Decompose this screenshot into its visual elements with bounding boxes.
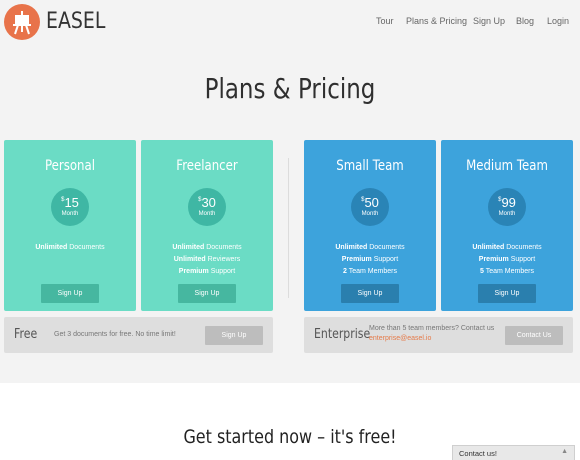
free-signup-button[interactable]: Sign Up <box>205 326 263 345</box>
price-unit: Month <box>361 211 379 217</box>
feature-list: Unlimited Documents <box>4 242 136 254</box>
feature-list: Unlimited Documents Premium Support 5 Te… <box>441 242 573 278</box>
price-unit: Month <box>61 211 79 217</box>
price-amount: 50 <box>364 195 379 210</box>
nav-login[interactable]: Login <box>547 16 569 26</box>
free-title: Free <box>14 327 38 342</box>
plan-card-medium-team: Medium Team $99 Month Unlimited Document… <box>441 140 573 311</box>
feature-list: Unlimited Documents Premium Support 2 Te… <box>304 242 436 278</box>
plan-card-small-team: Small Team $50 Month Unlimited Documents… <box>304 140 436 311</box>
plan-card-freelancer: Freelancer $30 Month Unlimited Documents… <box>141 140 273 311</box>
price-amount: 15 <box>64 195 79 210</box>
price: $30 <box>188 195 226 210</box>
price-amount: 99 <box>501 195 516 210</box>
contact-widget[interactable]: Contact us! ▲ <box>452 445 575 460</box>
price-unit: Month <box>498 211 516 217</box>
price: $50 <box>351 195 389 210</box>
nav-pricing[interactable]: Plans & Pricing <box>406 16 467 26</box>
enterprise-title: Enterprise <box>314 327 371 342</box>
feature-item: Unlimited Documents <box>172 244 242 251</box>
nav-signup[interactable]: Sign Up <box>473 16 505 26</box>
enterprise-bar: Enterprise More than 5 team members? Con… <box>304 317 573 353</box>
free-description: Get 3 documents for free. No time limit! <box>54 331 176 338</box>
feature-item: Unlimited Documents <box>472 244 542 251</box>
feature-item: 5 Team Members <box>480 268 534 275</box>
price-badge: $50 Month <box>351 188 389 226</box>
price-badge: $30 Month <box>188 188 226 226</box>
nav-tour[interactable]: Tour <box>376 16 394 26</box>
plan-name: Personal <box>44 158 95 174</box>
feature-item: Unlimited Reviewers <box>173 256 241 263</box>
chevron-up-icon: ▲ <box>561 448 568 455</box>
signup-button[interactable]: Sign Up <box>341 284 399 303</box>
price-amount: 30 <box>201 195 216 210</box>
header: EASEL Tour Plans & Pricing Sign Up Blog … <box>0 0 580 44</box>
feature-item: Unlimited Documents <box>335 244 405 251</box>
feature-item: 2 Team Members <box>343 268 397 275</box>
plan-card-personal: Personal $15 Month Unlimited Documents S… <box>4 140 136 311</box>
price: $99 <box>488 195 526 210</box>
feature-item: Premium Support <box>478 256 536 263</box>
plan-name: Small Team <box>336 158 404 174</box>
plan-name: Medium Team <box>466 158 548 174</box>
brand-name[interactable]: EASEL <box>46 9 105 34</box>
price-unit: Month <box>198 211 216 217</box>
signup-button[interactable]: Sign Up <box>178 284 236 303</box>
divider <box>288 158 289 298</box>
signup-button[interactable]: Sign Up <box>478 284 536 303</box>
plan-name: Freelancer <box>176 158 238 174</box>
enterprise-email-link[interactable]: enterprise@easel.io <box>369 334 494 344</box>
feature-item: Unlimited Documents <box>35 244 105 251</box>
price-badge: $15 Month <box>51 188 89 226</box>
price: $15 <box>51 195 89 210</box>
contact-label: Contact us! <box>459 449 497 458</box>
enterprise-text: More than 5 team members? Contact us <box>369 325 495 332</box>
price-badge: $99 Month <box>488 188 526 226</box>
nav-blog[interactable]: Blog <box>516 16 534 26</box>
enterprise-description: More than 5 team members? Contact us ent… <box>369 324 494 344</box>
contact-us-button[interactable]: Contact Us <box>505 326 563 345</box>
page-title: Plans & Pricing <box>204 72 376 105</box>
easel-icon <box>13 11 31 35</box>
feature-item: Premium Support <box>341 256 399 263</box>
feature-list: Unlimited Documents Unlimited Reviewers … <box>141 242 273 278</box>
feature-item: Premium Support <box>178 268 236 275</box>
signup-button[interactable]: Sign Up <box>41 284 99 303</box>
free-plan-bar: Free Get 3 documents for free. No time l… <box>4 317 273 353</box>
